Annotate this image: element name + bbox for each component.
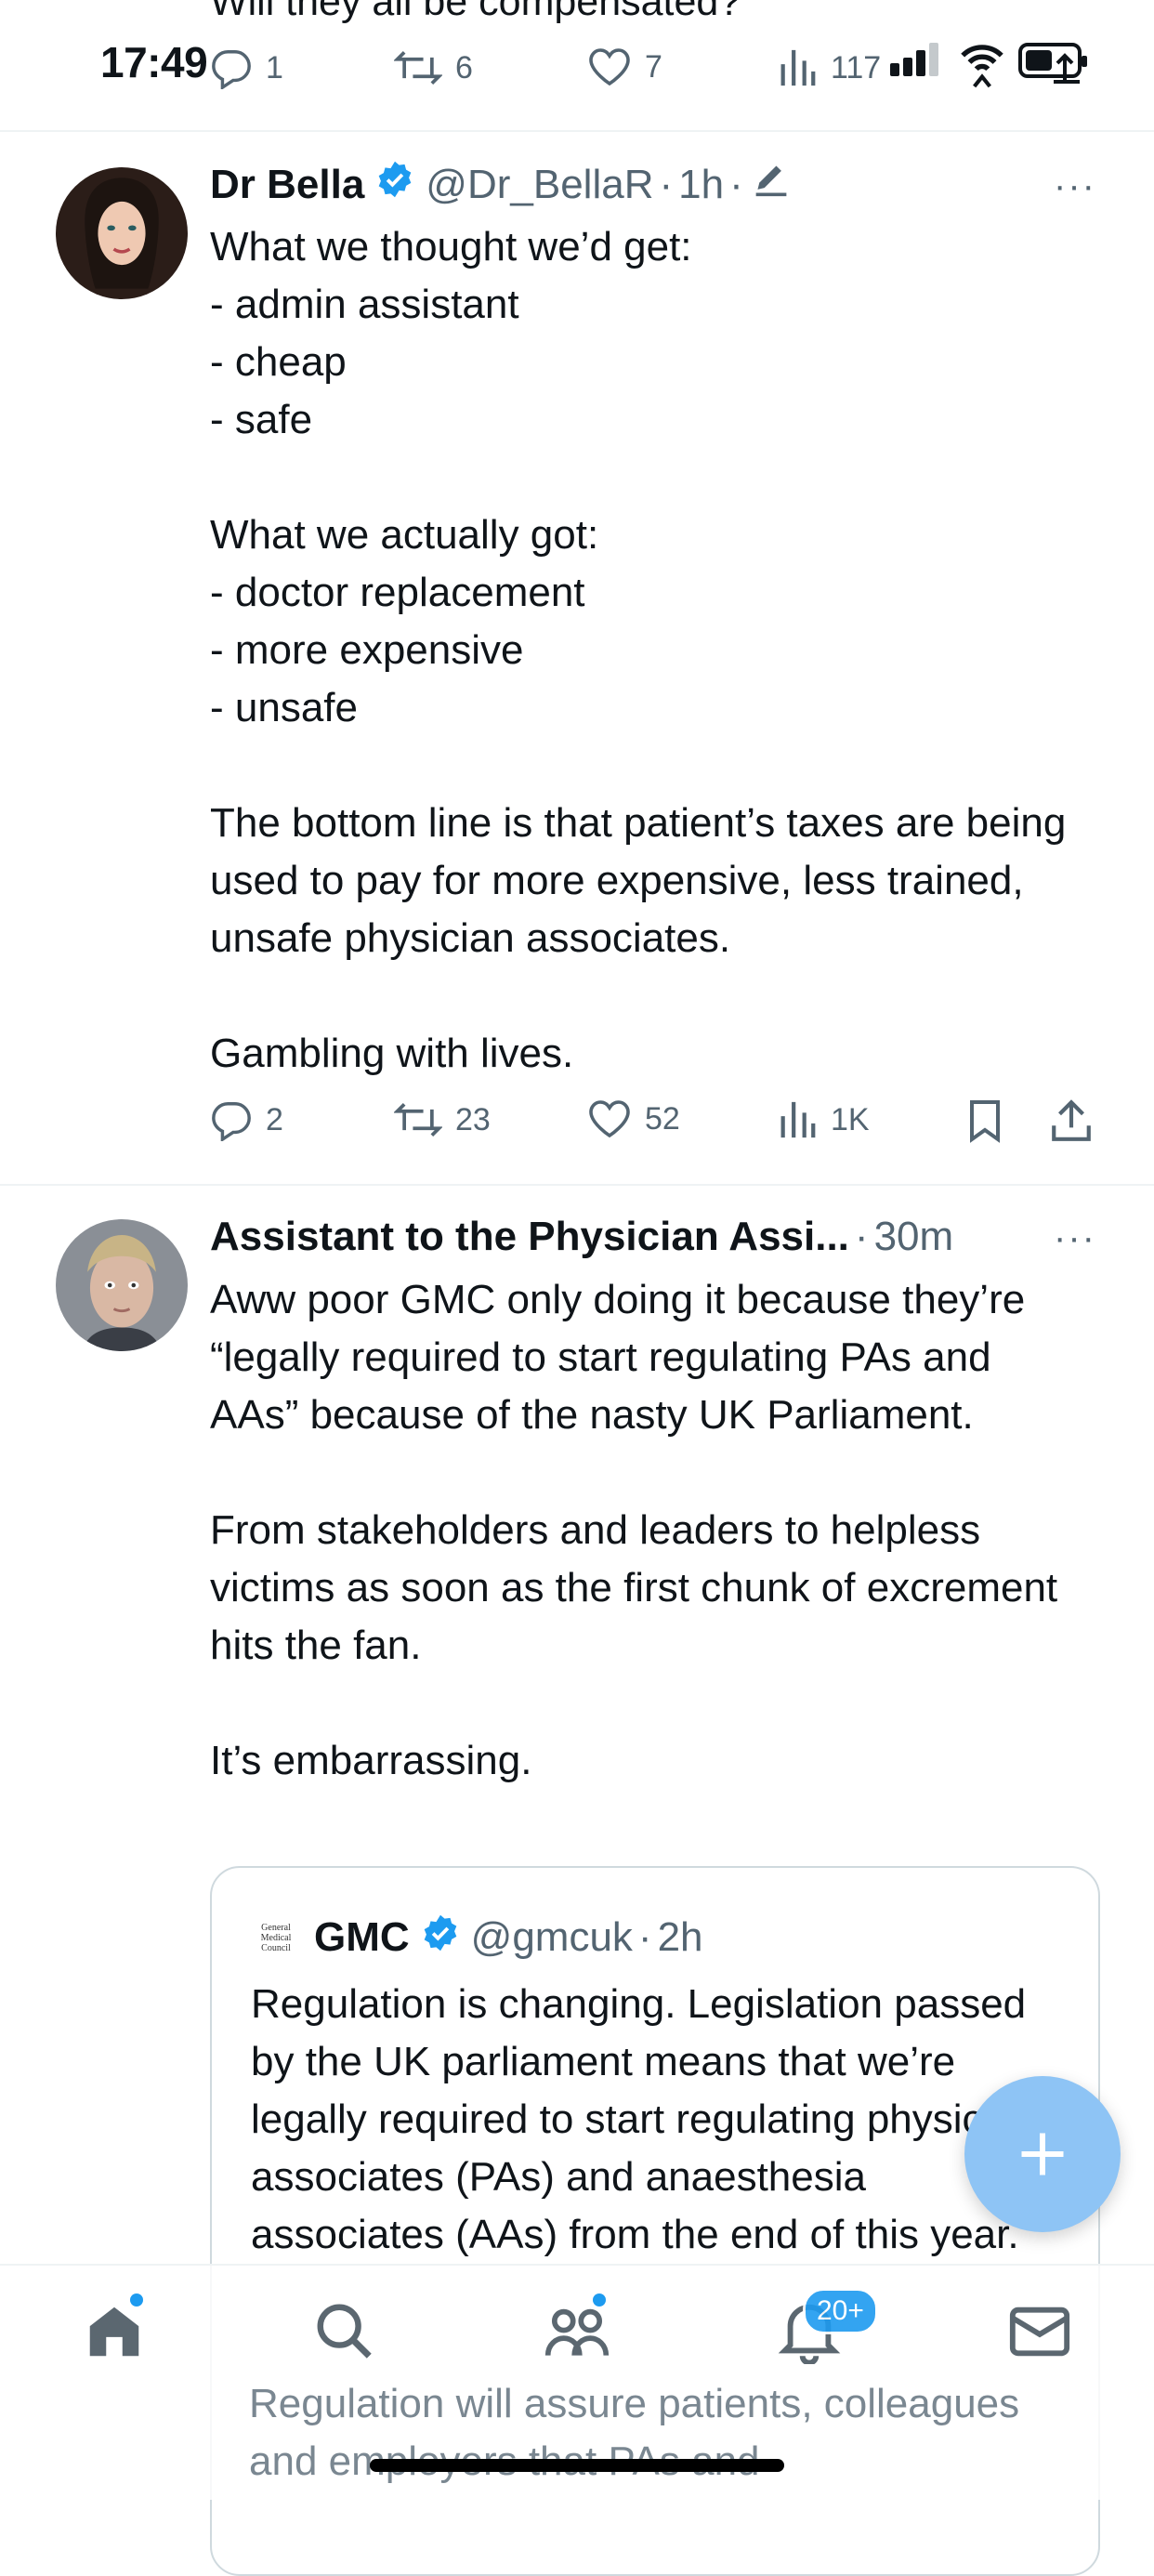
status-time: 17:49 xyxy=(100,38,208,86)
tweet-line: The bottom line is that patient’s taxes … xyxy=(210,800,1067,961)
home-indicator xyxy=(370,2459,784,2472)
reply-count: 2 xyxy=(266,1101,283,1137)
nav-messages[interactable] xyxy=(1007,2299,1072,2369)
tweet-header: Assistant to the Physician Assi... · 30m xyxy=(210,1214,953,1260)
nav-communities[interactable] xyxy=(543,2299,611,2369)
home-unread-dot xyxy=(130,2293,143,2307)
heart-icon xyxy=(589,48,630,86)
quoted-tweet-text: Regulation is changing. Legislation pass… xyxy=(251,1976,1069,2264)
tweet-line: - doctor replacement xyxy=(210,570,585,615)
verified-badge-icon xyxy=(375,160,414,209)
retweet-button[interactable]: 6 xyxy=(394,46,473,89)
more-options-icon[interactable]: ··· xyxy=(1054,165,1096,207)
tweet-time[interactable]: 30m xyxy=(874,1214,954,1260)
plus-icon xyxy=(1021,2133,1064,2175)
views-button[interactable]: 117 xyxy=(777,46,881,89)
search-icon xyxy=(317,2304,372,2359)
like-button[interactable]: 52 xyxy=(587,1098,680,1139)
bookmark-icon xyxy=(970,1100,1000,1143)
more-options-icon[interactable]: ··· xyxy=(1054,1217,1096,1259)
author-name[interactable]: Dr Bella xyxy=(210,162,364,208)
tweet-line: - unsafe xyxy=(210,685,358,730)
reply-button[interactable]: 2 xyxy=(210,1098,283,1141)
separator-dot: · xyxy=(854,1214,869,1259)
views-icon xyxy=(780,49,816,86)
divider xyxy=(0,130,1154,132)
like-button[interactable]: 7 xyxy=(587,46,662,87)
previous-tweet-cut-text: Will they all be compensated? xyxy=(210,0,741,24)
nav-home[interactable] xyxy=(82,2299,147,2369)
quoted-tweet-header: General Medical Council GMC @gmcuk · 2h xyxy=(251,1912,703,1963)
author-handle[interactable]: @Dr_BellaR xyxy=(426,162,653,208)
battery-icon xyxy=(1018,39,1093,90)
tweet-line: Aww poor GMC only doing it because they’… xyxy=(210,1277,1026,1438)
reply-icon xyxy=(212,50,251,89)
separator-dot: · xyxy=(637,1914,652,1960)
quoted-body: Regulation is changing. Legislation pass… xyxy=(251,1981,1038,2257)
signal-icon xyxy=(890,43,942,81)
tweet-line: Gambling with lives. xyxy=(210,1031,574,1076)
retweet-icon xyxy=(394,50,442,85)
home-icon xyxy=(89,2307,139,2357)
bookmark-button[interactable] xyxy=(966,1098,1003,1143)
tweet-line: What we actually got: xyxy=(210,512,599,558)
views-count: 1K xyxy=(831,1101,870,1137)
tweet-line: It’s embarrassing. xyxy=(210,1738,532,1783)
notifications-badge: 20+ xyxy=(803,2288,878,2334)
quoted-author-name: GMC xyxy=(314,1914,410,1960)
like-count: 52 xyxy=(645,1100,680,1137)
tweet-line: What we thought we’d get: xyxy=(210,224,692,269)
avatar[interactable] xyxy=(56,1219,188,1351)
share-button[interactable] xyxy=(1050,1097,1093,1143)
share-icon xyxy=(1052,1099,1091,1141)
tweet-line: - cheap xyxy=(210,339,347,385)
divider xyxy=(0,1184,1154,1186)
communities-unread-dot xyxy=(593,2293,606,2307)
nav-search[interactable] xyxy=(312,2299,377,2369)
compose-button[interactable] xyxy=(964,2076,1121,2232)
tweet-line: - admin assistant xyxy=(210,282,519,327)
tweet-text: What we thought we’d get: - admin assist… xyxy=(210,218,1102,1083)
quoted-tweet-time: 2h xyxy=(657,1914,703,1960)
quoted-author-handle: @gmcuk xyxy=(470,1914,633,1960)
tweet-line: - safe xyxy=(210,397,313,442)
verified-badge-icon xyxy=(421,1913,460,1963)
reply-count: 1 xyxy=(266,49,283,85)
wifi-icon xyxy=(959,37,1005,94)
edited-pencil-icon[interactable] xyxy=(751,161,792,208)
views-icon xyxy=(780,1101,816,1138)
views-count: 117 xyxy=(831,49,882,85)
tweet-line: - more expensive xyxy=(210,627,524,673)
retweet-icon xyxy=(394,1102,442,1137)
messages-icon xyxy=(1009,2307,1070,2357)
like-count: 7 xyxy=(645,48,662,85)
separator-dot: · xyxy=(659,161,674,207)
tweet-line: From stakeholders and leaders to helples… xyxy=(210,1507,1058,1668)
heart-icon xyxy=(589,1100,630,1138)
reply-icon xyxy=(212,1102,251,1141)
retweet-button[interactable]: 23 xyxy=(394,1098,491,1141)
author-name[interactable]: Assistant to the Physician Assi... xyxy=(210,1214,849,1260)
avatar[interactable] xyxy=(56,167,188,299)
retweet-count: 23 xyxy=(455,1101,491,1137)
tweet-header: Dr Bella @Dr_BellaR · 1h · xyxy=(210,160,792,209)
retweet-count: 6 xyxy=(455,49,473,85)
tweet-text: Aww poor GMC only doing it because they’… xyxy=(210,1271,1074,1790)
separator-dot: · xyxy=(729,161,743,207)
gmc-logo: General Medical Council xyxy=(260,1922,292,1953)
quoted-body-continued: Regulation will assure patients, colleag… xyxy=(249,2381,1020,2484)
reply-button[interactable]: 1 xyxy=(210,46,283,89)
tweet-time[interactable]: 1h xyxy=(678,162,724,208)
views-button[interactable]: 1K xyxy=(777,1098,870,1141)
communities-icon xyxy=(544,2308,610,2356)
